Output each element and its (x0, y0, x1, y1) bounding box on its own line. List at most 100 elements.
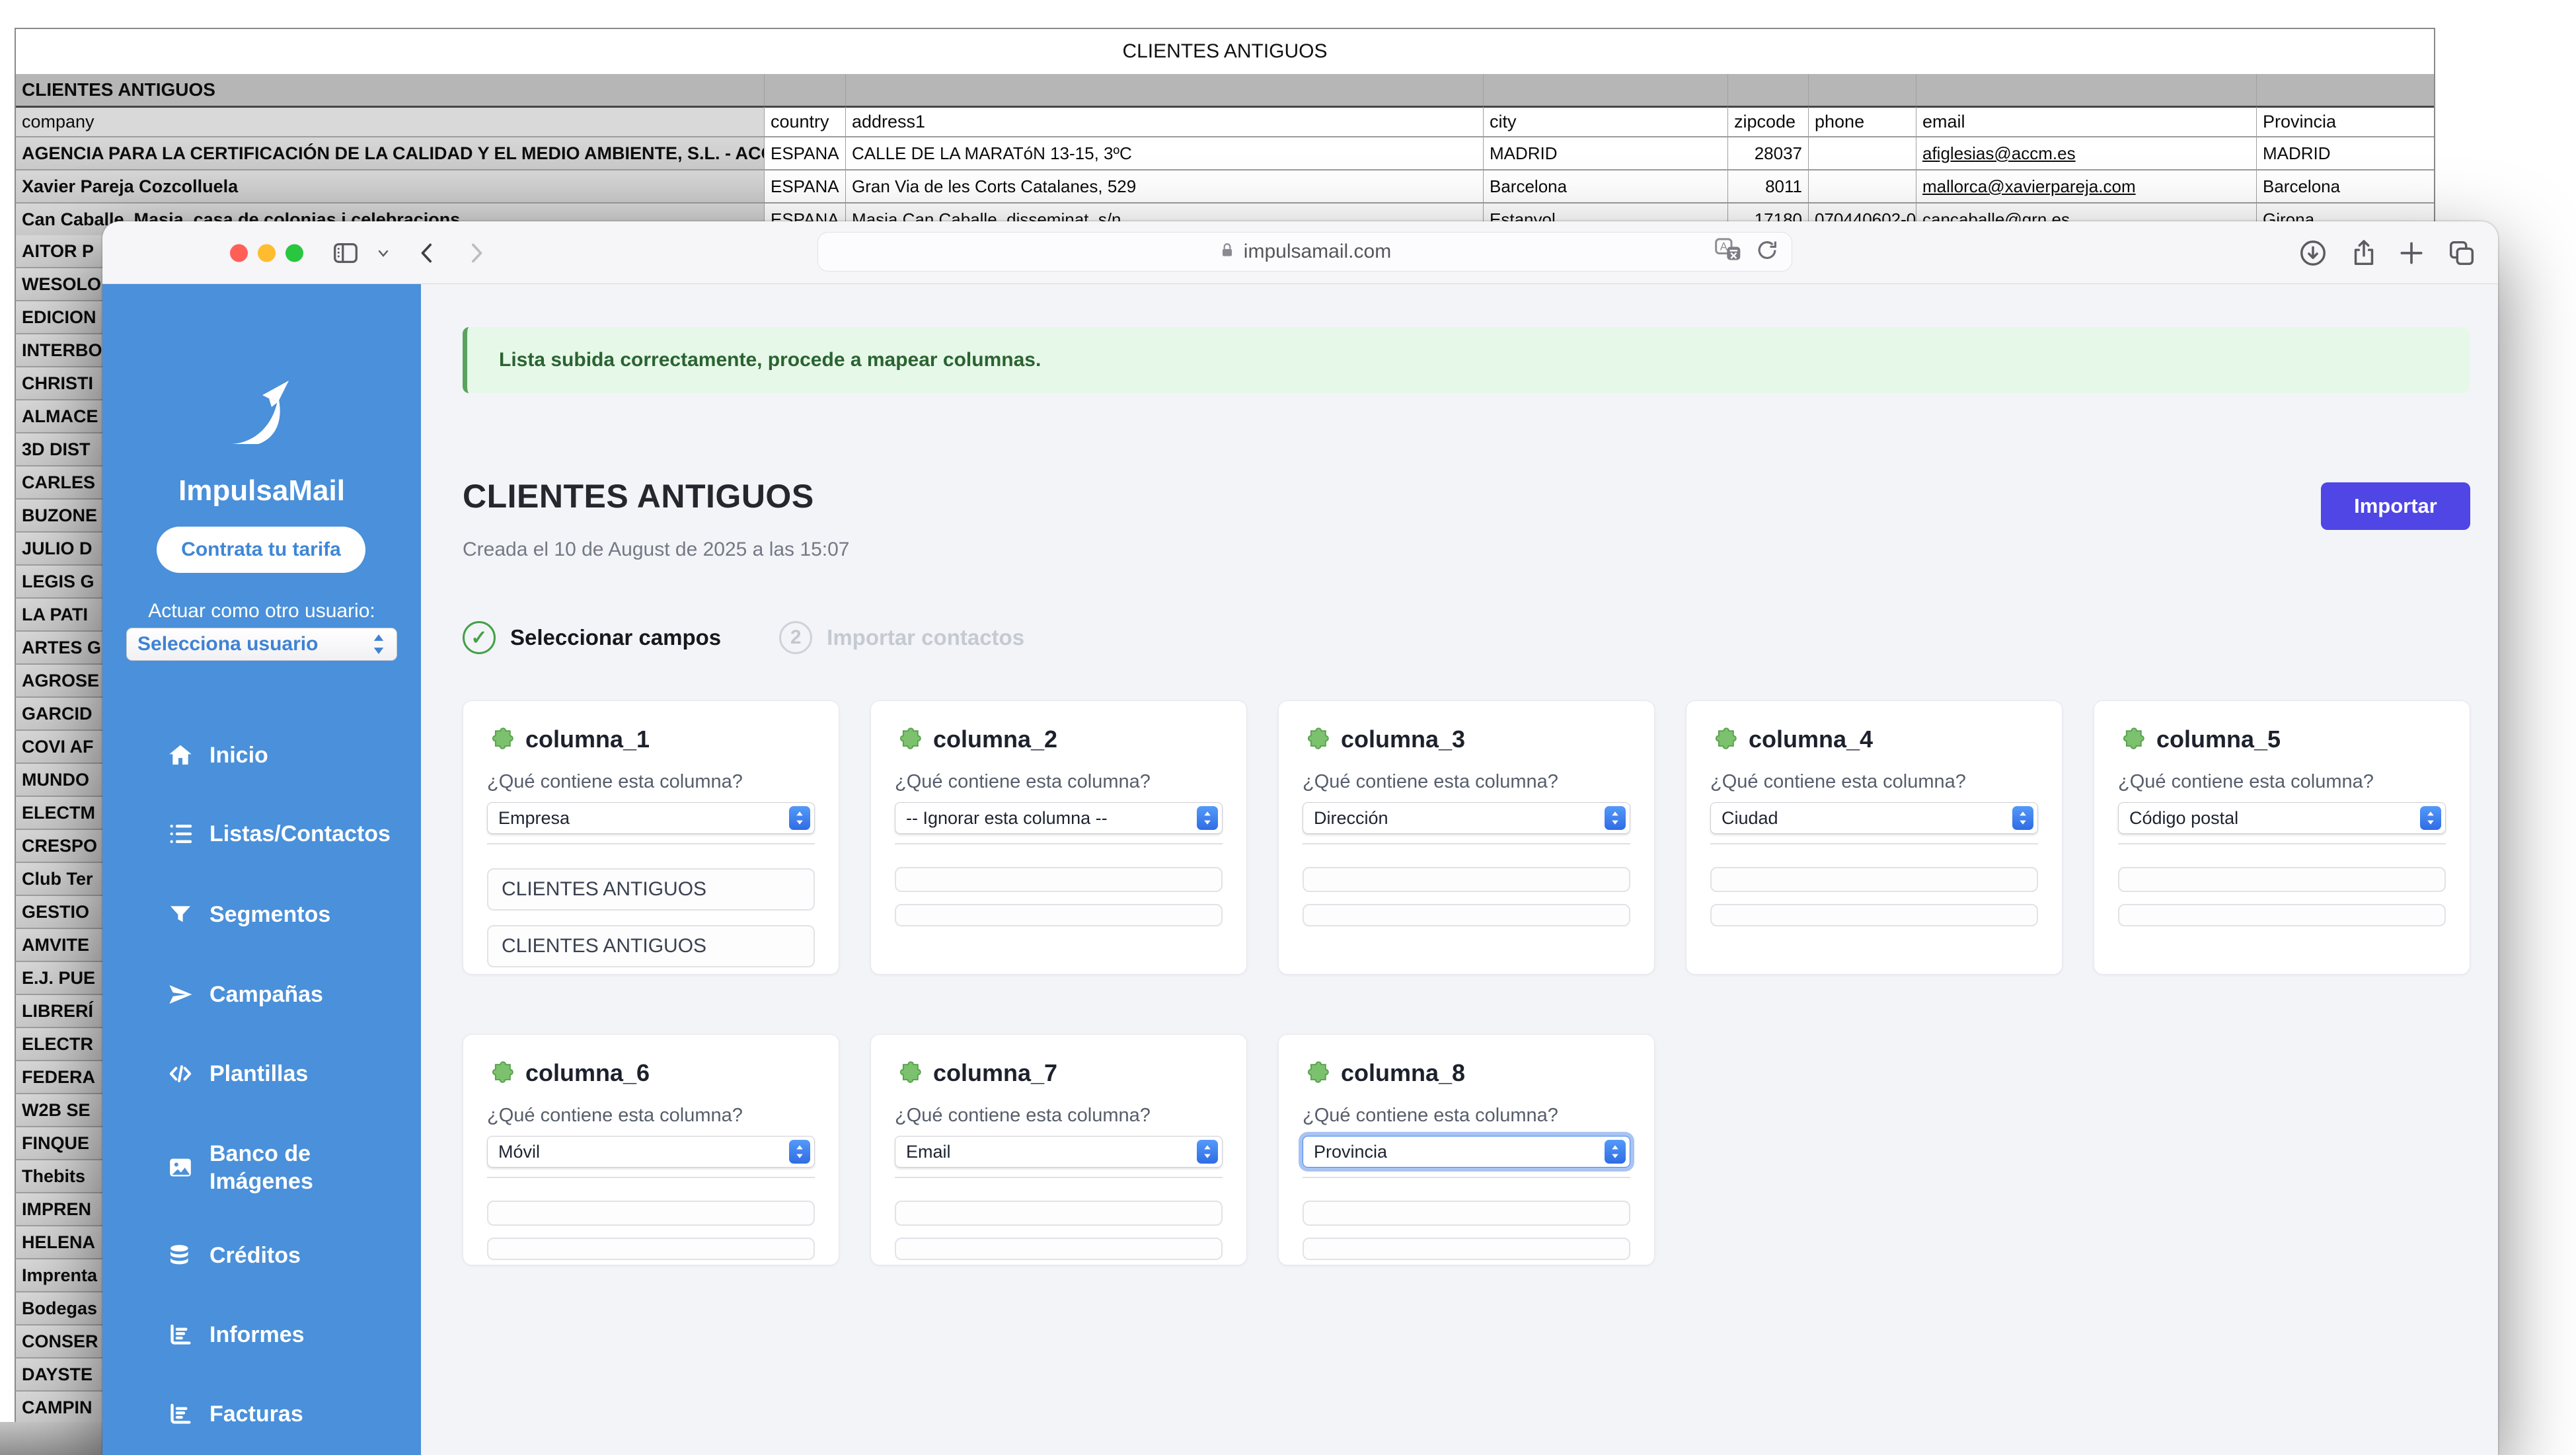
column-name: columna_1 (525, 726, 650, 753)
column-name: columna_2 (933, 726, 1057, 753)
sidebar-item-listas-contactos[interactable]: Listas/Contactos (102, 814, 421, 854)
funnel-icon (167, 901, 194, 928)
sidebar-item-facturas[interactable]: Facturas (102, 1394, 421, 1434)
column-mapping-select[interactable]: Dirección (1303, 802, 1630, 834)
column-mapping-select-focused[interactable]: Provincia (1303, 1136, 1630, 1168)
sidebar-item-segmentos[interactable]: Segmentos (102, 895, 421, 934)
impulsamail-logo-icon (228, 378, 294, 448)
select-stepper-icon (2420, 806, 2441, 830)
column-card-5: columna_5 ¿Qué contiene esta columna? Có… (2094, 700, 2470, 975)
lock-icon (1219, 242, 1236, 262)
email-link[interactable]: mallorca@xavierpareja.com (1916, 169, 2257, 202)
back-button[interactable] (414, 240, 441, 266)
sample-value: CLIENTES ANTIGUOS (487, 925, 815, 967)
column-name: columna_5 (2156, 726, 2281, 753)
sample-value (895, 904, 1223, 926)
column-name: columna_3 (1341, 726, 1465, 753)
address-bar[interactable]: impulsamail.com A (817, 232, 1792, 272)
sample-value (895, 1201, 1223, 1226)
sample-value (2118, 904, 2446, 926)
contract-plan-button[interactable]: Contrata tu tarifa (157, 527, 365, 573)
new-tab-icon[interactable] (2397, 239, 2426, 268)
column-question: ¿Qué contiene esta columna? (487, 1105, 815, 1127)
col-header: country (765, 106, 846, 136)
column-name: columna_4 (1749, 726, 1873, 753)
column-mapping-select[interactable]: Ciudad (1710, 802, 2038, 834)
url-text: impulsamail.com (1244, 241, 1391, 263)
column-card-4: columna_4 ¿Qué contiene esta columna? Ci… (1686, 700, 2063, 975)
minimize-window-button[interactable] (258, 244, 276, 262)
browser-toolbar: impulsamail.com A (102, 221, 2498, 284)
column-question: ¿Qué contiene esta columna? (895, 1105, 1223, 1127)
col-header: email (1916, 106, 2257, 136)
zoom-window-button[interactable] (285, 244, 303, 262)
select-stepper-icon (1197, 806, 1218, 830)
sample-value (895, 1238, 1223, 1260)
column-mapping-select[interactable]: Empresa (487, 802, 815, 834)
puzzle-icon (2118, 725, 2147, 754)
import-button[interactable]: Importar (2321, 482, 2470, 530)
sidebar-item-plantillas[interactable]: Plantillas (102, 1054, 421, 1094)
sidebar-item-banco-de-imagenes[interactable]: Banco de Imágenes (102, 1137, 421, 1199)
forward-button[interactable] (463, 240, 489, 266)
step-label: Importar contactos (827, 625, 1024, 650)
email-link[interactable]: afiglesias@accm.es (1916, 136, 2257, 169)
screen: CLIENTES ANTIGUOS CLIENTES ANTIGUOS comp… (0, 0, 2576, 1455)
close-window-button[interactable] (230, 244, 248, 262)
column-name: columna_6 (525, 1059, 650, 1087)
code-icon (167, 1061, 194, 1087)
browser-window: impulsamail.com A (102, 221, 2498, 1455)
spreadsheet-band-row: CLIENTES ANTIGUOS (16, 74, 2434, 106)
column-cards-row-2: columna_6 ¿Qué contiene esta columna? Mó… (463, 1034, 1655, 1265)
column-question: ¿Qué contiene esta columna? (1303, 771, 1630, 793)
reload-icon[interactable] (1755, 238, 1780, 266)
column-mapping-select[interactable]: Móvil (487, 1136, 815, 1168)
puzzle-icon (1710, 725, 1739, 754)
downloads-icon[interactable] (2298, 238, 2328, 268)
chart-icon (167, 1401, 194, 1427)
sidebar-item-creditos[interactable]: Créditos (102, 1236, 421, 1275)
spreadsheet: CLIENTES ANTIGUOS CLIENTES ANTIGUOS comp… (15, 28, 2435, 237)
chevron-down-icon[interactable] (375, 245, 391, 261)
column-mapping-select[interactable]: Código postal (2118, 802, 2446, 834)
band-cell: CLIENTES ANTIGUOS (16, 74, 765, 106)
sample-value (487, 1201, 815, 1226)
column-mapping-select[interactable]: Email (895, 1136, 1223, 1168)
puzzle-icon (487, 1059, 516, 1088)
sidebar-item-campanas[interactable]: Campañas (102, 975, 421, 1014)
col-header: Provincia (2257, 106, 2434, 136)
page-title: CLIENTES ANTIGUOS (463, 477, 814, 515)
sidebar-item-inicio[interactable]: Inicio (102, 735, 421, 775)
puzzle-icon (1303, 725, 1332, 754)
column-card-2: columna_2 ¿Qué contiene esta columna? --… (870, 700, 1247, 975)
list-icon (167, 821, 194, 847)
puzzle-icon (487, 725, 516, 754)
sample-value (1710, 867, 2038, 892)
column-card-1: columna_1 ¿Qué contiene esta columna? Em… (463, 700, 839, 975)
puzzle-icon (1303, 1059, 1332, 1088)
column-card-8: columna_8 ¿Qué contiene esta columna? Pr… (1278, 1034, 1655, 1265)
column-name: columna_8 (1341, 1059, 1465, 1087)
sample-value (1303, 1201, 1630, 1226)
svg-text:A: A (1720, 241, 1728, 253)
sample-value (1303, 904, 1630, 926)
translate-icon[interactable]: A (1714, 237, 1743, 267)
sidebar-toggle-icon[interactable] (330, 238, 361, 268)
select-stepper-icon (1605, 806, 1626, 830)
column-mapping-select[interactable]: -- Ignorar esta columna -- (895, 802, 1223, 834)
column-name: columna_7 (933, 1059, 1057, 1087)
sidebar-item-informes[interactable]: Informes (102, 1315, 421, 1355)
sample-value (895, 867, 1223, 892)
share-icon[interactable] (2349, 238, 2379, 268)
column-cards-row-1: columna_1 ¿Qué contiene esta columna? Em… (463, 700, 2470, 975)
col-header: phone (1809, 106, 1916, 136)
created-date: Creada el 10 de August de 2025 a las 15:… (463, 539, 849, 561)
spreadsheet-header-row: company country address1 city zipcode ph… (16, 106, 2434, 136)
user-select[interactable]: Selecciona usuario (126, 628, 397, 661)
tab-overview-icon[interactable] (2446, 238, 2477, 268)
step-number: 2 (779, 621, 812, 654)
sample-value (487, 1238, 815, 1260)
select-stepper-icon (371, 633, 386, 655)
col-header: company (16, 106, 765, 136)
sample-value (2118, 867, 2446, 892)
